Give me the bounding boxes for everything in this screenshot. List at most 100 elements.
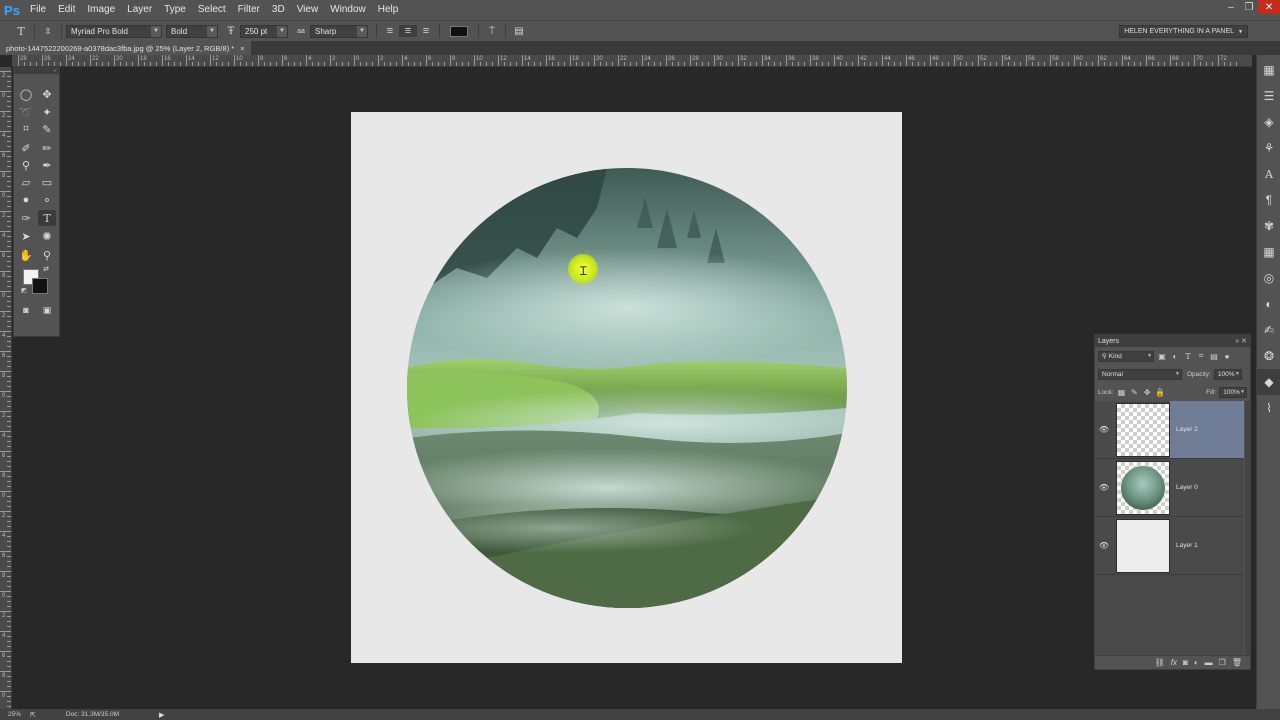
align-right-icon[interactable]: ≡ [417, 25, 435, 37]
menu-window[interactable]: Window [324, 0, 372, 20]
lasso-tool-icon[interactable]: ➰ [17, 104, 35, 120]
layer-style-icon[interactable]: fx [1171, 658, 1177, 667]
close-button[interactable]: ✕ [1258, 0, 1280, 14]
anti-alias-select[interactable]: Sharp ▼ [310, 24, 368, 38]
layer-name[interactable]: Layer 1 [1176, 542, 1198, 549]
eraser-tool-icon[interactable]: ▱ [17, 174, 35, 190]
filter-pixel-icon[interactable]: ▣ [1157, 351, 1167, 361]
info-panel-icon[interactable]: ◈ [1257, 109, 1280, 135]
collapse-panel-icon[interactable]: » ✕ [1235, 337, 1247, 345]
filter-adjustment-icon[interactable]: ◐ [1170, 351, 1180, 361]
fill-input[interactable]: 100% ▼ [1219, 386, 1247, 398]
menu-view[interactable]: View [291, 0, 325, 20]
menu-edit[interactable]: Edit [52, 0, 81, 20]
align-center-icon[interactable]: ≡ [399, 25, 417, 37]
lock-position-icon[interactable]: ✥ [1142, 387, 1152, 397]
layers-scrollbar[interactable] [1245, 401, 1251, 655]
new-group-icon[interactable]: ▬ [1205, 658, 1213, 667]
opacity-input[interactable]: 100% ▼ [1213, 368, 1242, 380]
brush-tool-icon[interactable]: ✏ [38, 140, 56, 156]
background-color-swatch[interactable] [32, 278, 48, 294]
eye-icon[interactable]: 👁 [1095, 483, 1113, 492]
magic-wand-tool-icon[interactable]: ✦ [38, 104, 56, 120]
move-tool-icon[interactable]: ✥ [38, 86, 56, 102]
menu-filter[interactable]: Filter [232, 0, 266, 20]
lock-pixels-icon[interactable]: ✎ [1129, 387, 1139, 397]
layer-row-layer-0[interactable]: 👁 Layer 0 [1095, 459, 1244, 517]
lock-all-icon[interactable]: 🔒 [1155, 387, 1165, 397]
menu-help[interactable]: Help [372, 0, 405, 20]
delete-layer-icon[interactable]: 🗑 [1232, 658, 1242, 667]
styles-panel-icon[interactable]: ▦ [1257, 239, 1280, 265]
text-tool-preset-icon[interactable]: T [12, 25, 30, 38]
paragraph-panel-icon[interactable]: ¶ [1257, 187, 1280, 213]
font-style-select[interactable]: Bold ▼ [166, 24, 218, 38]
lock-transparent-icon[interactable]: ▦ [1117, 387, 1127, 397]
blur-tool-icon[interactable]: ● [17, 192, 35, 208]
ruler-horizontal[interactable]: 28 26 24 22 20 18 16 14 12 10 8 6 4 2 0 2 4 6 8 10 12 14 16 18 2… [12, 55, 1252, 67]
ruler-vertical[interactable]: 2 0 2 4 6 8 0 2 4 6 8 0 2 4 6 8 0 2 4 6 8 0 2 4 6 8 0 2 4 6 8 0 [0, 67, 12, 709]
close-icon[interactable]: × [240, 44, 244, 53]
eye-icon[interactable]: 👁 [1095, 541, 1113, 550]
document-canvas[interactable] [351, 112, 902, 663]
menu-3d[interactable]: 3D [266, 0, 291, 20]
color-panel-icon[interactable]: ◐ [1257, 291, 1280, 317]
layers-tab[interactable]: Layers [1098, 338, 1119, 345]
layer-name[interactable]: Layer 2 [1176, 426, 1198, 433]
filter-smart-object-icon[interactable]: ▤ [1209, 351, 1219, 361]
add-mask-icon[interactable]: ◙ [1183, 658, 1188, 667]
pen-tool-icon[interactable]: ✑ [17, 210, 35, 226]
dodge-tool-icon[interactable]: ⚬ [38, 192, 56, 208]
new-adjustment-layer-icon[interactable]: ◐ [1194, 658, 1199, 667]
clone-stamp-tool-icon[interactable]: ⚲ [17, 157, 35, 173]
menu-file[interactable]: File [24, 0, 52, 20]
adjustments-panel-icon[interactable]: ◎ [1257, 265, 1280, 291]
properties-panel-icon[interactable]: ☰ [1257, 83, 1280, 109]
brush-panel-icon[interactable]: ✍ [1257, 317, 1280, 343]
shape-tool-icon[interactable]: ✺ [38, 228, 56, 244]
type-tool-icon[interactable]: T [38, 210, 56, 226]
link-layers-icon[interactable]: ⛓ [1155, 658, 1165, 667]
minimize-button[interactable]: ‒ [1222, 0, 1240, 14]
new-layer-icon[interactable]: ❐ [1219, 658, 1226, 667]
menu-image[interactable]: Image [81, 0, 121, 20]
align-left-icon[interactable]: ≡ [381, 25, 399, 37]
layer-name[interactable]: Layer 0 [1176, 484, 1198, 491]
menu-layer[interactable]: Layer [121, 0, 158, 20]
swatches-panel-icon[interactable]: ✾ [1257, 213, 1280, 239]
layer-row-layer-1[interactable]: 👁 Layer 1 [1095, 517, 1244, 575]
screen-mode-icon[interactable]: ▣ [38, 302, 56, 318]
restore-button[interactable]: ❐ [1240, 0, 1258, 14]
warp-text-icon[interactable]: ⍑ [483, 26, 501, 37]
marquee-tool-icon[interactable]: ◯ [17, 86, 35, 102]
path-selection-tool-icon[interactable]: ➤ [17, 228, 35, 244]
layer-kind-select[interactable]: ⚲ Kind ▼ [1098, 350, 1154, 362]
history-brush-tool-icon[interactable]: ✒ [38, 157, 56, 173]
gradient-tool-icon[interactable]: ▭ [38, 174, 56, 190]
text-color-swatch[interactable] [450, 25, 468, 37]
default-colors-icon[interactable]: ◩ [19, 285, 29, 295]
font-family-select[interactable]: Myriad Pro Bold ▼ [66, 24, 162, 38]
blend-mode-select[interactable]: Normal ▼ [1098, 368, 1182, 380]
menu-select[interactable]: Select [192, 0, 232, 20]
text-orientation-icon[interactable]: ⇳ [39, 26, 57, 37]
workspace-switcher[interactable]: HELEN EVERYTHING IN A PANEL ▼ [1119, 25, 1248, 38]
character-panel-icon[interactable]: A [1257, 161, 1280, 187]
eyedropper-tool-icon[interactable]: ✎ [38, 121, 56, 137]
zoom-level[interactable]: 25% [0, 711, 26, 718]
character-panel-icon[interactable]: ▤ [510, 26, 528, 37]
font-size-select[interactable]: 250 pt ▼ [240, 24, 288, 38]
filter-toggle-icon[interactable]: ● [1222, 351, 1232, 361]
crop-tool-icon[interactable]: ⌗ [17, 121, 35, 137]
filter-type-icon[interactable]: T [1183, 351, 1193, 361]
eye-icon[interactable]: 👁 [1095, 425, 1113, 434]
document-tab[interactable]: photo-1447522200268-a0378dac3fba.jpg @ 2… [0, 41, 251, 55]
filter-shape-icon[interactable]: ⌗ [1196, 351, 1206, 361]
tools-panel-header[interactable]: » [14, 68, 59, 74]
layer-row-layer-2[interactable]: 👁 Layer 2 [1095, 401, 1244, 459]
channels-panel-icon[interactable]: ❂ [1257, 343, 1280, 369]
quick-mask-icon[interactable]: ◙ [17, 302, 35, 318]
clone-source-panel-icon[interactable]: ⚘ [1257, 135, 1280, 161]
swap-colors-icon[interactable]: ⇄ [41, 264, 51, 274]
healing-brush-tool-icon[interactable]: ✐ [17, 140, 35, 156]
